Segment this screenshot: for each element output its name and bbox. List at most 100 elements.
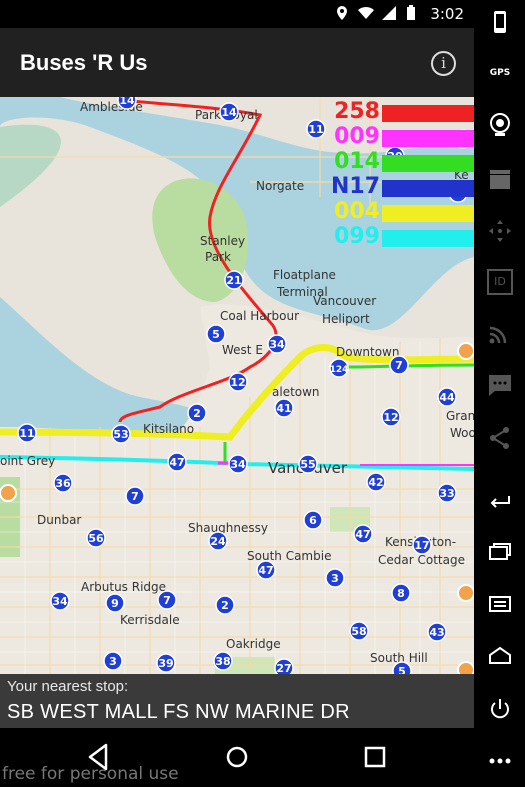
window-icon[interactable]	[487, 539, 513, 565]
map-view[interactable]: Ambleside Park Royal North V Norgate Sta…	[0, 97, 474, 674]
more-icon[interactable]	[487, 748, 513, 774]
bus-stop-label: 34	[269, 338, 285, 351]
bus-stop-marker[interactable]: 24	[208, 531, 228, 551]
bus-stop-label: 43	[429, 626, 444, 639]
bus-stop-marker[interactable]: 34	[267, 334, 287, 354]
gps-icon[interactable]: GPS	[487, 60, 513, 86]
bus-stop-marker[interactable]: 2	[187, 403, 207, 423]
bus-stop-marker[interactable]: 124	[329, 358, 349, 378]
bus-stop-marker[interactable]: 56	[86, 528, 106, 548]
bus-stop-marker[interactable]: 44	[437, 387, 457, 407]
move-icon[interactable]	[487, 218, 513, 244]
bus-stop-label: 56	[88, 532, 104, 545]
bus-stop-marker[interactable]: 5	[392, 661, 412, 674]
return-icon[interactable]	[487, 487, 513, 513]
place-downtown: Downtown	[336, 345, 399, 359]
place-south-cambie: South Cambie	[247, 549, 331, 563]
battery-icon	[407, 5, 415, 20]
bus-stop-marker[interactable]: 14	[117, 97, 137, 110]
bus-stop-marker[interactable]: 38	[213, 651, 233, 671]
bus-stop-marker[interactable]: 27	[274, 658, 294, 674]
id-icon[interactable]: ID	[487, 269, 513, 295]
bus-stop-marker[interactable]: 2	[215, 595, 235, 615]
bus-stop-marker[interactable]: 7	[125, 486, 145, 506]
place-kerrisdale: Kerrisdale	[120, 613, 180, 627]
bus-stop-marker[interactable]: 33	[437, 483, 457, 503]
home-outline-icon[interactable]	[487, 643, 513, 669]
bus-stop-label: 11	[19, 427, 34, 440]
route-number: 099	[334, 224, 380, 249]
bus-stop-marker[interactable]: 34	[228, 454, 248, 474]
bus-stop-marker[interactable]: 21	[224, 270, 244, 290]
power-icon[interactable]	[487, 696, 513, 722]
bus-stop-marker[interactable]: 3	[325, 568, 345, 588]
bus-stop-marker[interactable]: 58	[349, 621, 369, 641]
bus-stop-label: 7	[395, 359, 403, 372]
place-west-end: West E	[222, 343, 263, 357]
watermark-text: free for personal use	[2, 764, 179, 784]
route-number: 014	[334, 149, 380, 174]
route-number: 009	[334, 124, 380, 149]
bus-stop-marker[interactable]: 47	[167, 452, 187, 472]
route-color-swatch	[382, 130, 474, 147]
bus-stop-marker[interactable]: 12	[228, 372, 248, 392]
bus-stop-marker[interactable]: 5	[206, 324, 226, 344]
bus-stop-marker[interactable]: 41	[274, 398, 294, 418]
bus-stop-marker[interactable]: 3	[103, 651, 123, 671]
bus-stop-marker[interactable]: 11	[17, 423, 37, 443]
bus-stop-marker[interactable]: 12	[381, 407, 401, 427]
nearest-stop-label: Your nearest stop:	[7, 678, 129, 695]
bus-stop-marker[interactable]: 11	[306, 119, 326, 139]
bus-stop-marker[interactable]: 7	[157, 590, 177, 610]
info-icon: i	[441, 54, 446, 72]
info-button[interactable]: i	[431, 51, 456, 76]
bus-stop-label: 47	[169, 456, 184, 469]
bus-stop-label: 12	[383, 411, 398, 424]
station-marker[interactable]	[457, 661, 474, 674]
place-arbutus-ridge: Arbutus Ridge	[81, 580, 166, 594]
bus-stop-marker[interactable]: 55	[298, 454, 318, 474]
bus-stop-marker[interactable]: 43	[427, 622, 447, 642]
bus-stop-label: 34	[52, 595, 68, 608]
bus-stop-marker[interactable]: 53	[111, 424, 131, 444]
bus-stop-marker[interactable]: 39	[156, 653, 176, 673]
clapper-icon[interactable]	[487, 166, 513, 192]
bus-stop-label: 39	[158, 657, 173, 670]
share-icon[interactable]	[487, 425, 513, 451]
bus-stop-marker[interactable]: 7	[389, 355, 409, 375]
station-marker[interactable]	[0, 484, 17, 502]
bus-stop-label: 9	[111, 597, 119, 610]
home-icon[interactable]	[217, 740, 257, 774]
bus-stop-marker[interactable]: 17	[412, 535, 432, 555]
location-icon	[337, 6, 347, 20]
bus-stop-label: 3	[109, 655, 117, 668]
bus-stop-label: 38	[215, 655, 230, 668]
bus-stop-label: 47	[355, 528, 370, 541]
recents-icon[interactable]	[355, 740, 395, 774]
bus-stop-marker[interactable]: 36	[53, 473, 73, 493]
route-color-swatch	[382, 155, 474, 172]
bus-stop-label: 24	[210, 535, 226, 548]
station-marker[interactable]	[457, 342, 474, 360]
chat-icon[interactable]	[487, 372, 513, 398]
wifi-icon	[358, 6, 374, 19]
bus-stop-marker[interactable]: 6	[303, 510, 323, 530]
place-norgate: Norgate	[256, 179, 304, 193]
menu-icon[interactable]	[487, 591, 513, 617]
bus-stop-marker[interactable]: 47	[256, 560, 276, 580]
bus-stop-marker[interactable]: 9	[105, 593, 125, 613]
phone-rotate-icon[interactable]	[487, 9, 513, 35]
bus-stop-marker[interactable]: 14	[219, 102, 239, 122]
bus-stop-marker[interactable]: 34	[50, 591, 70, 611]
bus-stop-marker[interactable]: 8	[391, 583, 411, 603]
cast-icon[interactable]	[487, 320, 513, 346]
nearest-stop-panel[interactable]: Your nearest stop: SB WEST MALL FS NW MA…	[0, 674, 474, 728]
bus-stop-label: 8	[397, 587, 405, 600]
webcam-icon[interactable]	[487, 111, 513, 137]
bus-stop-marker[interactable]: 42	[366, 472, 386, 492]
station-marker[interactable]	[457, 584, 474, 602]
bus-stop-marker[interactable]: 47	[353, 524, 373, 544]
bus-stop-label: 42	[368, 476, 383, 489]
route-number: N17	[330, 174, 380, 199]
bus-stop-label: 55	[300, 458, 315, 471]
